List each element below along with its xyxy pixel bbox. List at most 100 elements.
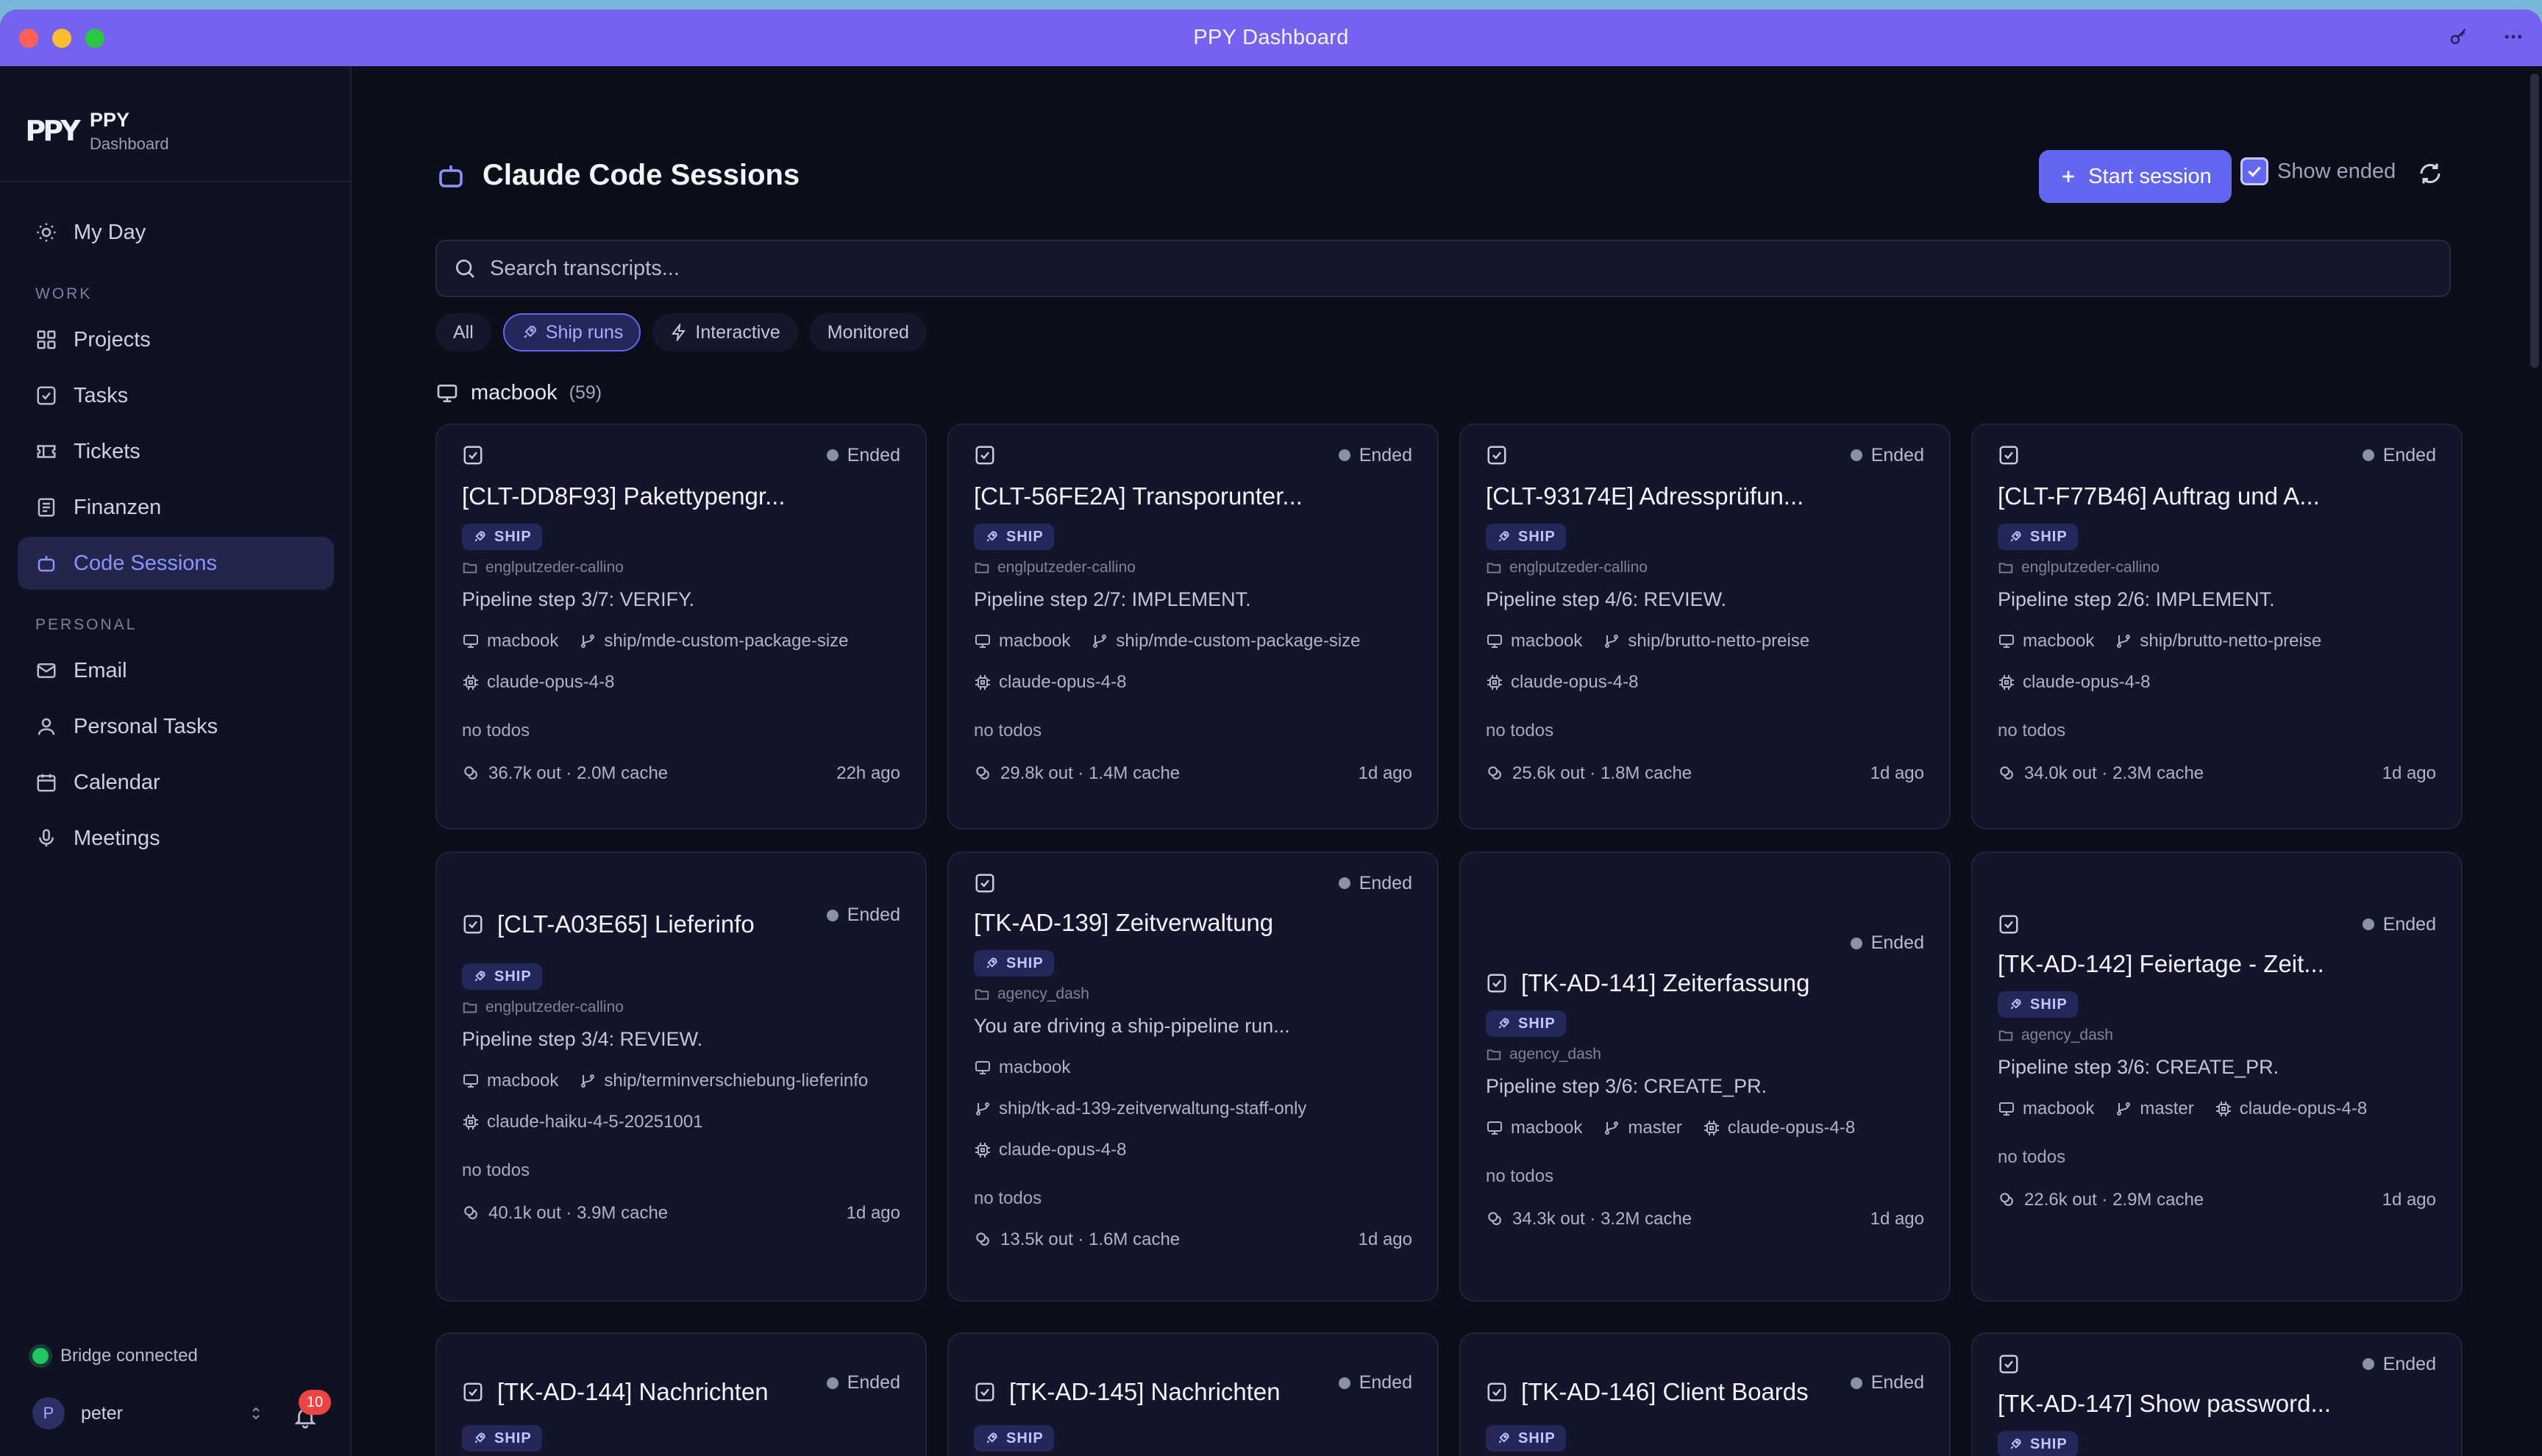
branch-label: ship/brutto-netto-preise [2115, 631, 2321, 652]
sidebar-item-tickets[interactable]: Tickets [18, 425, 334, 478]
check-square-icon[interactable] [462, 1381, 484, 1403]
coins-icon [976, 1232, 989, 1246]
model-name: claude-opus-4-8 [999, 672, 1127, 692]
session-card[interactable]: Ended [TK-AD-142] Feiertage - Zeit... SHIP… [1971, 852, 2463, 1302]
check-square-icon[interactable] [974, 872, 996, 894]
brand[interactable]: PPY PPY Dashboard [25, 107, 168, 154]
check-square-icon[interactable] [1486, 444, 1508, 466]
start-session-button[interactable]: Start session [2039, 150, 2232, 203]
check-square-icon[interactable] [462, 444, 484, 466]
sidebar-item-tasks[interactable]: Tasks [18, 369, 334, 422]
grid-icon [37, 330, 56, 349]
session-card[interactable]: Ended [TK-AD-141] Zeiterfassung SHIP agency… [1459, 852, 1951, 1302]
show-ended-toggle[interactable]: Show ended [2240, 157, 2396, 185]
main-content: Claude Code Sessions Start session Show … [353, 66, 2542, 1456]
session-title[interactable]: [TK-AD-144] Nachrichten [462, 1378, 769, 1406]
session-card[interactable]: Ended [CLT-DD8F93] Pakettypengr... SHIP eng… [435, 424, 927, 829]
ship-badge-label: SHIP [2030, 528, 2068, 545]
session-card[interactable]: Ended [CLT-A03E65] Lieferinfo SHIP englputz… [435, 852, 927, 1302]
sidebar-item-my-day[interactable]: My Day [18, 206, 334, 259]
filter-monitored[interactable]: Monitored [809, 313, 927, 351]
key-icon[interactable] [2448, 26, 2470, 51]
session-card[interactable]: Ended [CLT-93174E] Adressprüfun... SHIP eng… [1459, 424, 1951, 829]
sidebar-item-projects[interactable]: Projects [18, 313, 334, 366]
session-title[interactable]: [TK-AD-141] Zeiterfassung [1486, 969, 1810, 997]
session-card[interactable]: Ended[TK-AD-147] Show password...SHIPage… [1971, 1332, 2463, 1456]
status-label: Ended [2382, 444, 2436, 465]
repo-label: agency_dash [1486, 1046, 1601, 1063]
show-ended-checkbox[interactable] [2240, 157, 2268, 185]
check-square-icon[interactable] [1998, 1353, 2020, 1375]
filter-ship-runs[interactable]: Ship runs [502, 313, 641, 351]
scrollbar[interactable] [2530, 74, 2539, 368]
sidebar-item-code-sessions[interactable]: Code Sessions [18, 537, 334, 590]
status-badge: Ended [2362, 1354, 2436, 1375]
check-square-icon[interactable] [1486, 972, 1508, 994]
filter-all[interactable]: All [435, 313, 491, 351]
session-title[interactable]: [TK-AD-142] Feiertage - Zeit... [1998, 950, 2324, 978]
todos-label: no todos [1998, 1147, 2066, 1167]
session-title[interactable]: [CLT-F77B46] Auftrag und A... [1998, 482, 2320, 510]
ship-badge-label: SHIP [1006, 528, 1044, 545]
ship-badge-label: SHIP [1518, 1015, 1556, 1032]
minimize-window-button[interactable] [52, 29, 71, 48]
session-title[interactable]: [CLT-DD8F93] Pakettypengr... [462, 482, 786, 510]
status-label: Ended [847, 1372, 900, 1393]
close-window-button[interactable] [19, 29, 38, 48]
repo-name: englputzeder-callino [485, 559, 624, 576]
ship-badge-label: SHIP [1518, 528, 1556, 545]
filter-label: Interactive [695, 321, 780, 343]
sidebar-item-calendar[interactable]: Calendar [18, 756, 334, 809]
session-meta: macbook ship/mde-custom-package-size [974, 631, 1361, 652]
sidebar-item-email[interactable]: Email [18, 644, 334, 697]
ship-badge: SHIP [462, 1425, 542, 1452]
session-title[interactable]: [CLT-A03E65] Lieferinfo [462, 910, 755, 938]
session-title[interactable]: [CLT-93174E] Adressprüfun... [1486, 482, 1804, 510]
user-menu[interactable]: P peter [32, 1397, 123, 1430]
session-card[interactable]: Ended [CLT-56FE2A] Transporunter... SHIP en… [947, 424, 1439, 829]
folder-icon [975, 989, 989, 1000]
session-title[interactable]: [TK-AD-146] Client Boards [1486, 1378, 1809, 1406]
rocket-icon [474, 971, 485, 982]
host-label: macbook [462, 631, 558, 652]
sidebar-item-personal-tasks[interactable]: Personal Tasks [18, 700, 334, 753]
show-ended-label: Show ended [2277, 159, 2396, 183]
branch-icon [581, 1074, 595, 1088]
bridge-status-label: Bridge connected [60, 1346, 198, 1366]
sidebar-item-finanzen[interactable]: Finanzen [18, 481, 334, 534]
session-card[interactable]: Ended [TK-AD-139] Zeitverwaltung SHIP agenc… [947, 852, 1439, 1302]
check-square-icon[interactable] [974, 444, 996, 466]
user-name: peter [81, 1402, 123, 1424]
chevron-up-down-icon[interactable] [247, 1405, 265, 1422]
session-title[interactable]: [TK-AD-147] Show password... [1998, 1390, 2331, 1418]
filter-interactive[interactable]: Interactive [652, 313, 798, 351]
sidebar-item-meetings[interactable]: Meetings [18, 812, 334, 865]
monitor-icon [975, 635, 990, 648]
session-card[interactable]: Ended[TK-AD-145] NachrichtenSHIPagency_d… [947, 1332, 1439, 1456]
search-input[interactable] [490, 256, 2402, 281]
check-square-icon[interactable] [974, 1381, 996, 1403]
refresh-icon[interactable] [2417, 160, 2443, 187]
check-square-icon[interactable] [1998, 913, 2020, 935]
check-square-icon[interactable] [1486, 1381, 1508, 1403]
status-label: Ended [847, 444, 900, 465]
ship-badge: SHIP [1486, 1010, 1566, 1037]
more-icon[interactable] [2502, 26, 2524, 51]
session-card[interactable]: Ended[TK-AD-144] NachrichtenSHIPagency_d… [435, 1332, 927, 1456]
session-title[interactable]: [TK-AD-145] Nachrichten [974, 1378, 1281, 1406]
check-square-icon[interactable] [462, 913, 484, 935]
repo-name: agency_dash [2021, 1027, 2113, 1043]
host-name: macbook [2023, 631, 2095, 651]
session-title-text: [TK-AD-144] Nachrichten [497, 1378, 769, 1405]
cpu-icon [2215, 1102, 2231, 1116]
search-bar[interactable] [435, 240, 2451, 297]
check-square-icon[interactable] [1998, 444, 2020, 466]
robot-icon [439, 165, 463, 188]
session-card[interactable]: Ended[TK-AD-146] Client BoardsSHIPagency… [1459, 1332, 1951, 1456]
status-badge: Ended [1850, 1372, 1924, 1393]
maximize-window-button[interactable] [85, 29, 104, 48]
session-title[interactable]: [CLT-56FE2A] Transporunter... [974, 482, 1303, 510]
session-card[interactable]: Ended [CLT-F77B46] Auftrag und A... SHIP en… [1971, 424, 2463, 829]
pipeline-step: Pipeline step 2/6: IMPLEMENT. [1998, 588, 2275, 610]
session-title[interactable]: [TK-AD-139] Zeitverwaltung [974, 909, 1273, 937]
